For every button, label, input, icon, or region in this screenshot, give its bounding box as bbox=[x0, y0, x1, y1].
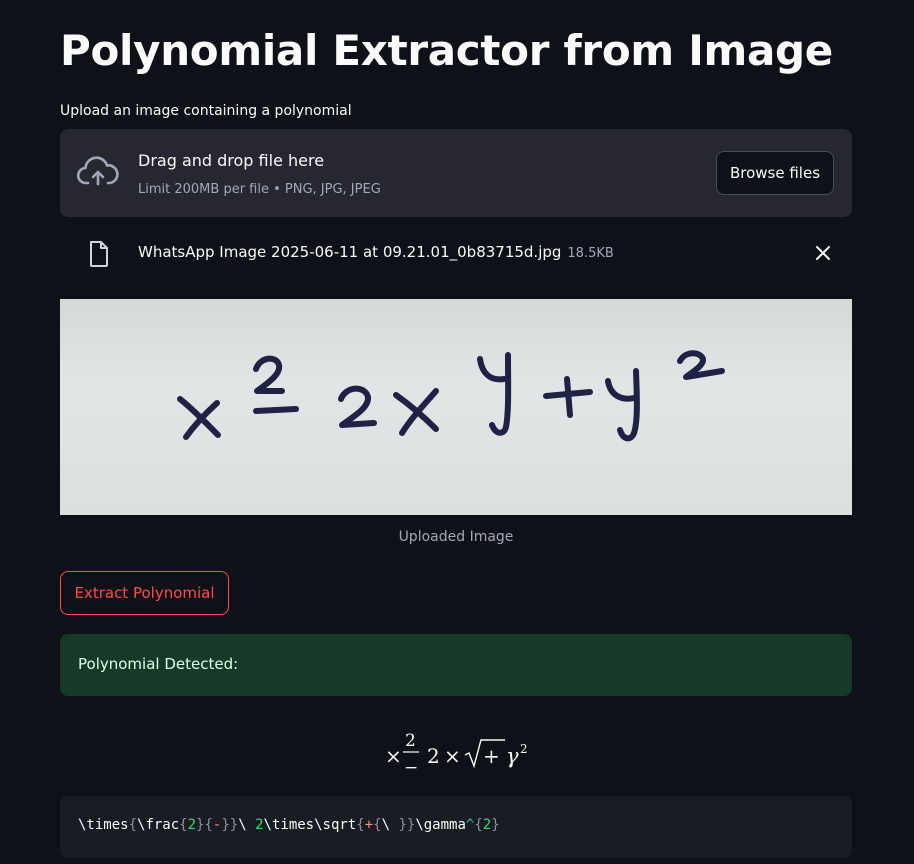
code-token-brace: { bbox=[474, 817, 483, 833]
uploaded-image bbox=[60, 299, 852, 515]
rendered-latex: × 2 − 2 × + γ 2 bbox=[60, 726, 852, 780]
file-size: 18.5KB bbox=[567, 246, 614, 261]
extract-polynomial-button[interactable]: Extract Polynomial bbox=[60, 571, 229, 615]
app-page: Polynomial Extractor from Image Upload a… bbox=[0, 0, 914, 864]
code-token-brace: } bbox=[221, 817, 230, 833]
code-token-brace: { bbox=[179, 817, 188, 833]
code-token-number: 2 bbox=[187, 817, 197, 833]
image-caption: Uploaded Image bbox=[398, 529, 514, 545]
success-alert-text: Polynomial Detected: bbox=[78, 655, 239, 673]
code-token-operator: + bbox=[364, 817, 374, 833]
code-token-command: \sqrt bbox=[314, 817, 357, 833]
uploader-label: Upload an image containing a polynomial bbox=[60, 103, 352, 119]
uploaded-file-name: WhatsApp Image 2025-06-11 at 09.21.01_0b… bbox=[138, 243, 614, 261]
cloud-upload-icon bbox=[77, 156, 119, 186]
browse-files-button[interactable]: Browse files bbox=[716, 151, 834, 195]
svg-text:−: − bbox=[404, 758, 418, 778]
code-token-command: \frac bbox=[137, 817, 180, 833]
svg-text:2: 2 bbox=[427, 744, 440, 768]
svg-text:2: 2 bbox=[405, 731, 416, 751]
rendered-latex-formula: × 2 − 2 × + γ 2 bbox=[385, 731, 528, 778]
svg-text:γ: γ bbox=[506, 744, 519, 768]
file-dropzone[interactable]: Drag and drop file here Limit 200MB per … bbox=[60, 129, 852, 217]
uploaded-file-row: WhatsApp Image 2025-06-11 at 09.21.01_0b… bbox=[60, 232, 852, 276]
file-name-text: WhatsApp Image 2025-06-11 at 09.21.01_0b… bbox=[138, 243, 562, 261]
code-token-brace: } bbox=[229, 817, 239, 833]
success-alert: Polynomial Detected: bbox=[60, 634, 852, 696]
svg-text:2: 2 bbox=[520, 742, 528, 756]
code-token-command: \times bbox=[263, 817, 315, 833]
code-token-brace: { bbox=[128, 817, 138, 833]
dropzone-limit-text: Limit 200MB per file • PNG, JPG, JPEG bbox=[138, 182, 381, 197]
svg-text:×: × bbox=[385, 744, 402, 768]
file-icon bbox=[90, 241, 108, 267]
dropzone-instructions: Drag and drop file here bbox=[138, 151, 325, 170]
code-token-brace: { bbox=[204, 817, 213, 833]
svg-text:×: × bbox=[444, 744, 461, 768]
code-token-brace: } bbox=[491, 817, 500, 833]
latex-code: \times{\frac{2}{-}}\ 2\times\sqrt{+{\ }}… bbox=[78, 817, 500, 833]
close-icon[interactable] bbox=[812, 242, 834, 264]
page-title: Polynomial Extractor from Image bbox=[60, 26, 833, 75]
code-token-command: \ bbox=[238, 817, 256, 833]
code-token-number: 2 bbox=[482, 817, 492, 833]
latex-code-block: \times{\frac{2}{-}}\ 2\times\sqrt{+{\ }}… bbox=[60, 796, 852, 858]
code-token-number: 2 bbox=[255, 817, 264, 833]
code-token-command: \ bbox=[381, 817, 399, 833]
handwritten-polynomial-image bbox=[177, 350, 725, 442]
code-token-brace: } bbox=[398, 817, 407, 833]
code-token-command: \times bbox=[78, 817, 129, 833]
code-token-brace: { bbox=[373, 817, 382, 833]
svg-text:+: + bbox=[483, 744, 500, 768]
code-token-command: \gamma bbox=[415, 817, 466, 833]
code-token-brace: { bbox=[356, 817, 365, 833]
